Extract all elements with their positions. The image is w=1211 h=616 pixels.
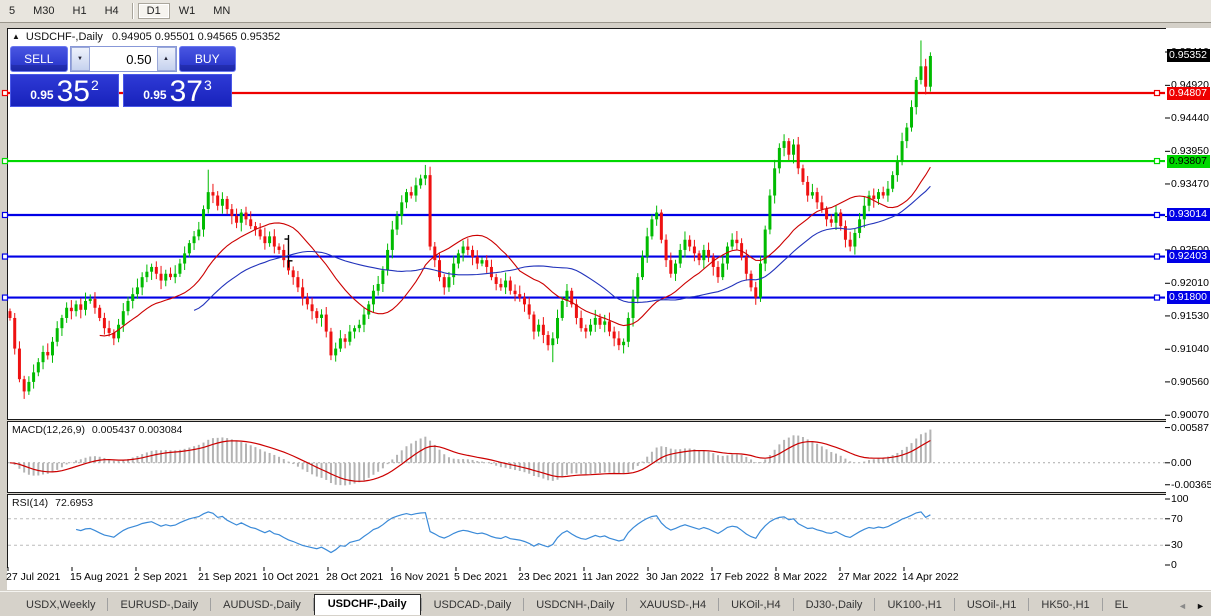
hline-price-badge: 0.94807 [1167, 87, 1210, 100]
rsi-plot [8, 512, 1165, 553]
price-grid-label: 0.90560 [1171, 376, 1209, 388]
line-handle[interactable] [1155, 91, 1160, 96]
chart-tab-usdx-weekly[interactable]: USDX,Weekly [14, 596, 107, 614]
chart-tab-bar: USDX,WeeklyEURUSD-,DailyAUDUSD-,DailyUSD… [0, 591, 1211, 616]
sell-button[interactable]: SELL [10, 46, 68, 72]
ohlc-values: 0.94905 0.95501 0.94565 0.95352 [112, 31, 280, 43]
hline-price-badge: 0.92403 [1167, 250, 1210, 263]
macd-values: 0.005437 0.003084 [92, 424, 183, 436]
price-grid-label: 0.94440 [1171, 112, 1209, 124]
tabs-scroll-right-icon[interactable]: ► [1196, 600, 1205, 612]
macd-name: MACD(12,26,9) [12, 424, 85, 436]
time-axis-label: 16 Nov 2021 [390, 571, 450, 583]
price-grid-label: 0.93470 [1171, 178, 1209, 190]
chart-tab-usdcad-daily[interactable]: USDCAD-,Daily [422, 596, 524, 614]
sell-price-big: 35 [57, 78, 90, 106]
time-axis-label: 15 Aug 2021 [70, 571, 129, 583]
chart-tab-usdchf-daily[interactable]: USDCHF-,Daily [314, 594, 421, 615]
macd-label: MACD(12,26,9) 0.005437 0.003084 [12, 424, 182, 436]
price-grid-label: 0.90070 [1171, 409, 1209, 421]
chart-title: ▲ USDCHF-,Daily 0.94905 0.95501 0.94565 0… [12, 31, 280, 43]
rsi-name: RSI(14) [12, 497, 48, 509]
rsi-value: 72.6953 [55, 497, 93, 509]
chart-tab-xauusd-h4[interactable]: XAUUSD-,H4 [627, 596, 718, 614]
time-axis-label: 27 Jul 2021 [6, 571, 60, 583]
time-axis-label: 17 Feb 2022 [710, 571, 769, 583]
line-handle[interactable] [3, 295, 8, 300]
time-axis-label: 5 Dec 2021 [454, 571, 508, 583]
volume-up-button[interactable]: ▲ [157, 47, 176, 71]
rsi-axis-label: 30 [1171, 539, 1183, 551]
time-axis-label: 14 Apr 2022 [902, 571, 959, 583]
hline-price-badge: 0.91800 [1167, 291, 1210, 304]
time-axis-label: 28 Oct 2021 [326, 571, 383, 583]
macd-axis-label: 0.00587 [1171, 422, 1209, 434]
rsi-axis-label: 100 [1171, 493, 1189, 505]
macd-axis-label: -0.003659 [1171, 479, 1211, 491]
current-price-badge: 0.95352 [1167, 49, 1210, 62]
line-handle[interactable] [3, 159, 8, 164]
rsi-axis-label: 70 [1171, 513, 1183, 525]
symbol-period-label: USDCHF-,Daily [26, 31, 103, 43]
time-axis-label: 27 Mar 2022 [838, 571, 897, 583]
collapse-arrow-icon[interactable]: ▲ [12, 32, 20, 41]
line-handle[interactable] [1155, 212, 1160, 217]
price-grid-label: 0.91040 [1171, 343, 1209, 355]
time-axis-label: 2 Sep 2021 [134, 571, 188, 583]
chart-tab-usoil-h1[interactable]: USOil-,H1 [955, 596, 1029, 614]
buy-price-button[interactable]: 0.95 37 3 [123, 74, 232, 107]
hline-price-badge: 0.93014 [1167, 208, 1210, 221]
line-handle[interactable] [1155, 295, 1160, 300]
time-axis-label: 21 Sep 2021 [198, 571, 258, 583]
moving-average-line [194, 186, 930, 310]
line-handle[interactable] [1155, 159, 1160, 164]
rsi-axis-label: 0 [1171, 559, 1177, 571]
time-axis-label: 10 Oct 2021 [262, 571, 319, 583]
time-axis-label: 23 Dec 2021 [518, 571, 578, 583]
chart-tab-dj30-daily[interactable]: DJ30-,Daily [794, 596, 875, 614]
buy-button[interactable]: BUY [179, 46, 237, 72]
chart-tab-uk100-h1[interactable]: UK100-,H1 [875, 596, 953, 614]
sell-price-sup: 2 [91, 77, 99, 93]
moving-average-line [100, 167, 931, 336]
line-handle[interactable] [3, 212, 8, 217]
buy-price-big: 37 [170, 78, 203, 106]
one-click-trade-panel: SELL ▼ ▲ BUY 0.95 35 2 0.95 37 3 [10, 46, 236, 107]
price-grid-label: 0.91530 [1171, 310, 1209, 322]
line-handle[interactable] [3, 254, 8, 259]
chart-tab-ukoil-h4[interactable]: UKOil-,H4 [719, 596, 793, 614]
macd-plot [8, 430, 1165, 486]
buy-price-sup: 3 [204, 77, 212, 93]
sell-price-button[interactable]: 0.95 35 2 [10, 74, 119, 107]
buy-price-small: 0.95 [143, 88, 166, 102]
time-axis-label: 8 Mar 2022 [774, 571, 827, 583]
volume-down-button[interactable]: ▼ [71, 47, 90, 71]
sell-price-small: 0.95 [30, 88, 53, 102]
trading-app-window: 5M30H1H4D1W1MN ▲USDCHF-,Daily 0.94905 0.… [0, 0, 1211, 616]
price-grid-label: 0.92010 [1171, 277, 1209, 289]
line-handle[interactable] [1155, 254, 1160, 259]
chart-tab-audusd-daily[interactable]: AUDUSD-,Daily [211, 596, 313, 614]
chart-tab-eurusd-daily[interactable]: EURUSD-,Daily [108, 596, 210, 614]
horizontal-lines [3, 91, 1166, 301]
line-handle[interactable] [3, 91, 8, 96]
chart-tab-usdcnh-daily[interactable]: USDCNH-,Daily [524, 596, 626, 614]
chart-tab-hk50-h1[interactable]: HK50-,H1 [1029, 596, 1101, 614]
time-axis-label: 30 Jan 2022 [646, 571, 704, 583]
macd-axis-label: 0.00 [1171, 457, 1191, 469]
volume-stepper: ▼ ▲ [70, 46, 177, 72]
rsi-label: RSI(14) 72.6953 [12, 497, 93, 509]
hline-price-badge: 0.93807 [1167, 155, 1210, 168]
time-axis-label: 11 Jan 2022 [582, 571, 639, 583]
chart-tab-el[interactable]: EL [1103, 596, 1140, 614]
volume-input[interactable] [90, 47, 157, 71]
tabs-scroll-left-icon[interactable]: ◄ [1178, 600, 1187, 612]
